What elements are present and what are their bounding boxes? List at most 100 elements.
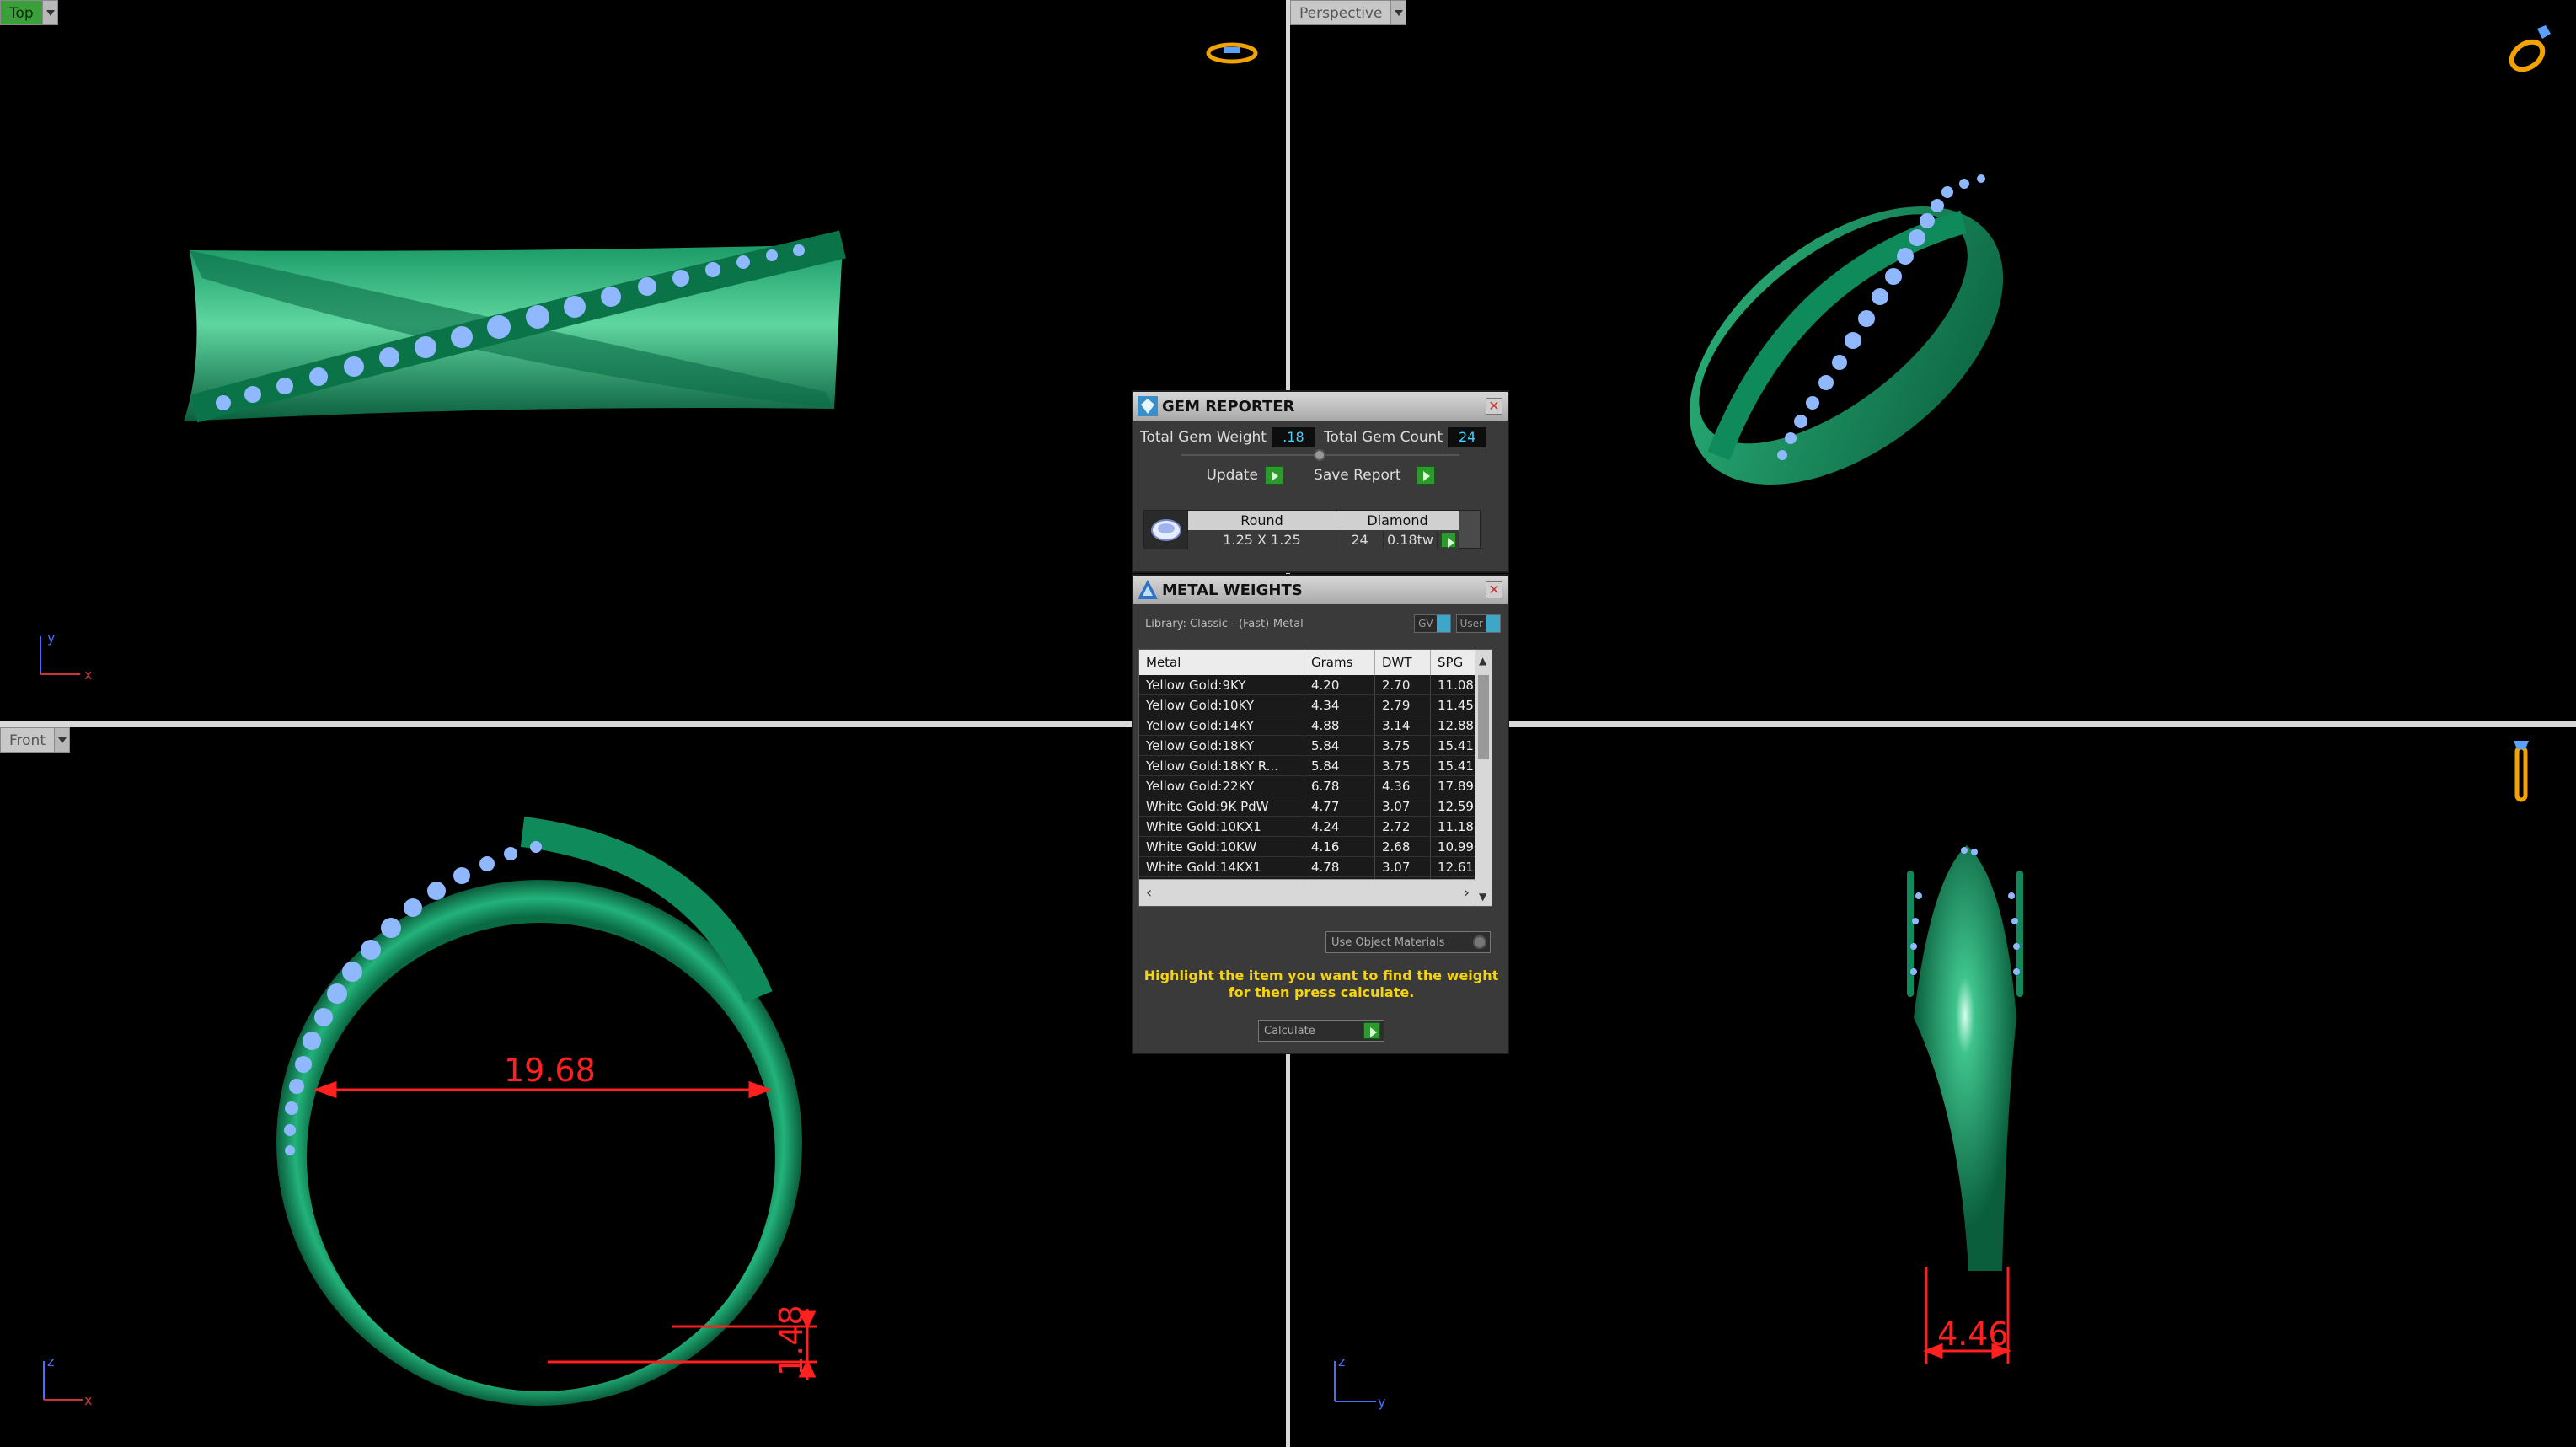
gem-reporter-slider[interactable] [1181, 449, 1459, 461]
column-header-dwt[interactable]: DWT [1375, 650, 1431, 675]
gem-reporter-titlebar[interactable]: GEM REPORTER ✕ [1133, 392, 1508, 421]
close-icon[interactable]: ✕ [1486, 398, 1502, 415]
table-row[interactable]: Yellow Gold:18KY 5.84 3.75 15.41 [1139, 736, 1492, 756]
scroll-up-icon[interactable]: ▲ [1479, 655, 1486, 667]
table-row[interactable]: White Gold:14KX1 4.78 3.07 12.61 [1139, 857, 1492, 877]
ring-orientation-icon[interactable] [1205, 40, 1259, 66]
table-row[interactable]: Yellow Gold:10KY 4.34 2.79 11.45 [1139, 695, 1492, 715]
radio-icon[interactable] [1473, 935, 1486, 949]
user-label: User [1459, 618, 1483, 630]
round-gem-thumbnail [1144, 511, 1188, 549]
use-object-materials-field[interactable]: Use Object Materials [1325, 931, 1491, 953]
user-toggle[interactable]: User [1455, 614, 1501, 633]
front-view-render: 19.68 1.48 z x [43, 817, 817, 1408]
gv-toggle[interactable]: GV [1414, 614, 1451, 633]
cell-metal: Yellow Gold:18KY [1139, 736, 1304, 755]
table-row[interactable]: White Gold:10KW 4.16 2.68 10.99 [1139, 837, 1492, 857]
save-report-label: Save Report [1314, 467, 1401, 484]
column-header-metal[interactable]: Metal [1139, 650, 1304, 675]
cell-metal: Yellow Gold:22KY [1139, 776, 1304, 796]
calculate-button[interactable]: Calculate [1258, 1020, 1384, 1042]
table-row[interactable]: White Gold:9K PdW 4.77 3.07 12.59 [1139, 796, 1492, 817]
cell-metal: Yellow Gold:9KY [1139, 675, 1304, 694]
update-label: Update [1206, 467, 1259, 484]
table-header: Metal Grams DWT SPG [1139, 650, 1492, 675]
save-report-button[interactable]: Save Report [1310, 466, 1438, 485]
scroll-right-icon[interactable]: › [1464, 884, 1470, 902]
gem-row-action[interactable] [1438, 530, 1459, 549]
metal-weights-icon [1133, 576, 1162, 604]
ring-side-icon[interactable] [2510, 739, 2532, 807]
cell-grams: 4.20 [1304, 675, 1375, 694]
metal-weights-titlebar[interactable]: METAL WEIGHTS ✕ [1133, 576, 1508, 604]
horizontal-scrollbar[interactable]: ‹ › [1139, 879, 1476, 906]
cell-metal: Yellow Gold:14KY [1139, 715, 1304, 735]
table-row[interactable]: White Gold:10KX1 4.24 2.72 11.18 [1139, 817, 1492, 837]
front-viewport[interactable]: Front 19.68 1.48 z x [0, 727, 1286, 1447]
cell-metal: White Gold:9K PdW [1139, 796, 1304, 816]
scroll-thumb[interactable] [1478, 675, 1489, 759]
metal-weights-table[interactable]: Metal Grams DWT SPG Yellow Gold:9KY 4.20 2… [1138, 649, 1492, 907]
width-value: 4.46 [1937, 1316, 2009, 1353]
slider-knob[interactable] [1314, 449, 1325, 461]
axis-label-x: x [84, 667, 92, 683]
cell-dwt: 3.07 [1375, 796, 1431, 816]
cell-grams: 4.77 [1304, 796, 1375, 816]
play-icon [1440, 532, 1456, 548]
cell-dwt: 3.07 [1375, 857, 1431, 876]
total-gem-count-value: 24 [1448, 427, 1487, 447]
gem-reporter-title: GEM REPORTER [1162, 397, 1295, 415]
scroll-left-icon[interactable]: ‹ [1146, 884, 1152, 902]
play-icon [1363, 1022, 1380, 1039]
cell-metal: Yellow Gold:18KY R... [1139, 756, 1304, 775]
table-row[interactable]: Yellow Gold:14KY 4.88 3.14 12.88 [1139, 715, 1492, 736]
cell-dwt: 3.14 [1375, 715, 1431, 735]
metal-rows: Yellow Gold:9KY 4.20 2.70 11.08 Yellow Gold:… [1139, 675, 1492, 879]
toggle-indicator [1436, 615, 1450, 632]
axis-label-y: y [47, 630, 55, 646]
table-row[interactable]: Yellow Gold:18KY R... 5.84 3.75 15.41 [1139, 756, 1492, 776]
play-icon [1416, 466, 1435, 485]
cell-grams: 4.78 [1304, 857, 1375, 876]
diameter-value: 19.68 [504, 1052, 596, 1089]
vertical-scrollbar[interactable]: ▲ ▼ [1475, 650, 1492, 906]
cell-grams: 4.24 [1304, 817, 1375, 836]
cell-grams: 6.78 [1304, 776, 1375, 796]
gem-shape-header: Round [1188, 511, 1336, 530]
cell-dwt: 2.68 [1375, 837, 1431, 856]
cell-grams: 4.16 [1304, 837, 1375, 856]
cell-grams: 4.88 [1304, 715, 1375, 735]
cell-dwt: 2.79 [1375, 695, 1431, 715]
close-icon[interactable]: ✕ [1486, 581, 1502, 598]
cell-metal: Yellow Gold:10KY [1139, 695, 1304, 715]
cell-metal: White Gold:10KX1 [1139, 817, 1304, 836]
calculate-label: Calculate [1264, 1024, 1315, 1037]
cell-metal: White Gold:10KW [1139, 837, 1304, 856]
total-gem-weight-value: .18 [1271, 427, 1315, 447]
metal-weights-title: METAL WEIGHTS [1162, 581, 1303, 599]
cell-dwt: 2.72 [1375, 817, 1431, 836]
cell-dwt: 2.70 [1375, 675, 1431, 694]
scroll-down-icon[interactable]: ▼ [1479, 891, 1486, 903]
gem-summary-table[interactable]: Round Diamond 1.25 X 1.25 24 0.18tw [1143, 510, 1481, 549]
calculate-hint: Highlight the item you want to find the … [1143, 967, 1499, 1000]
axis-label-y: y [1378, 1394, 1385, 1410]
cad-application: Top y x Perspective Front 19.68 1.48 z x… [0, 0, 2576, 1447]
play-icon [1265, 466, 1284, 485]
top-viewport[interactable]: Top y x [0, 0, 1286, 721]
column-header-grams[interactable]: Grams [1304, 650, 1375, 675]
library-name: Library: Classic - (Fast)-Metal [1145, 617, 1304, 630]
update-button[interactable]: Update [1202, 466, 1287, 485]
ring-perspective-icon[interactable] [2504, 22, 2557, 76]
total-gem-weight-label: Total Gem Weight [1140, 429, 1267, 446]
cell-dwt: 4.36 [1375, 776, 1431, 796]
use-object-materials-label: Use Object Materials [1331, 935, 1445, 949]
table-row[interactable]: Yellow Gold:9KY 4.20 2.70 11.08 [1139, 675, 1492, 695]
cell-metal: White Gold:14KX1 [1139, 857, 1304, 876]
gem-reporter-icon [1133, 392, 1162, 421]
table-row[interactable]: Yellow Gold:22KY 6.78 4.36 17.89 [1139, 776, 1492, 796]
gem-count-cell: 24 [1336, 530, 1384, 549]
axis-label-x: x [84, 1392, 92, 1408]
gem-reporter-panel: GEM REPORTER ✕ Total Gem Weight .18 Tota… [1132, 390, 1509, 573]
toggle-indicator [1486, 615, 1500, 632]
